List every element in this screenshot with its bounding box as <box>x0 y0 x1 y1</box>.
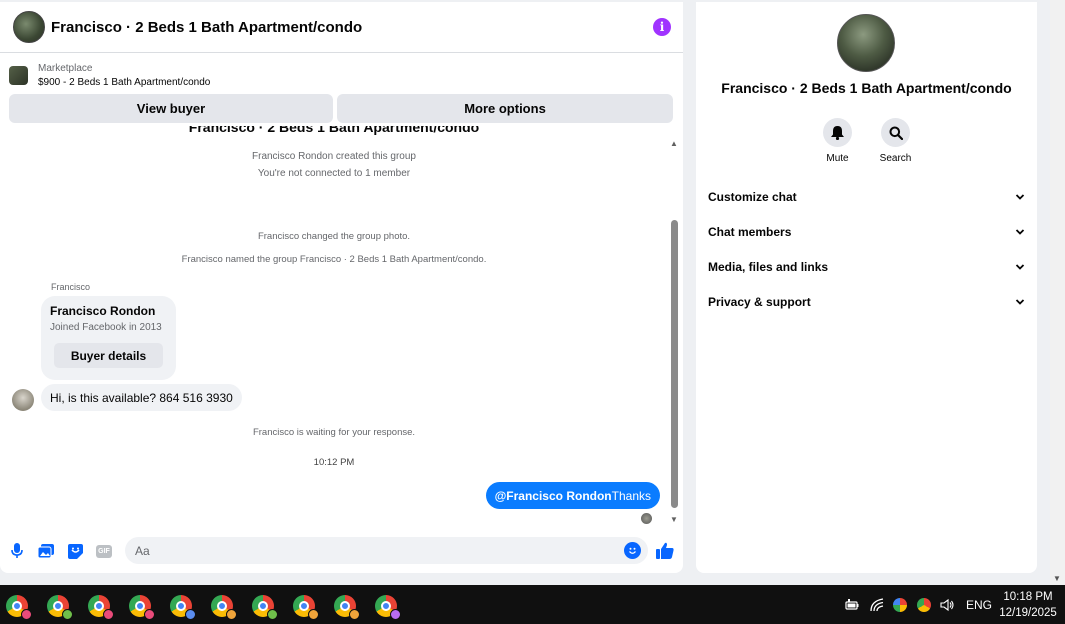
system-message-created: Francisco Rondon created this group <box>252 151 416 162</box>
waiting-notice: Francisco is waiting for your response. <box>252 427 416 438</box>
chevron-down-icon <box>1015 298 1025 305</box>
clock-time: 10:18 PM <box>1003 591 1053 603</box>
wifi-icon[interactable] <box>870 598 884 612</box>
scroll-up-arrow-icon[interactable]: ▲ <box>670 139 678 148</box>
system-message-not-connected: You're not connected to 1 member <box>257 168 411 179</box>
message-composer: GIF <box>0 535 683 567</box>
taskbar: ENG 10:18 PM 12/19/2025 <box>0 585 1065 624</box>
google-drive-icon[interactable] <box>893 598 907 612</box>
chat-title[interactable]: Francisco · 2 Beds 1 Bath Apartment/cond… <box>51 19 653 36</box>
group-avatar[interactable] <box>13 11 45 43</box>
scroll-thumb[interactable] <box>671 220 678 508</box>
section-customize-chat[interactable]: Customize chat <box>696 179 1037 214</box>
chrome-profile-10-icon[interactable] <box>375 595 401 620</box>
chevron-down-icon <box>1015 193 1025 200</box>
emoji-icon[interactable] <box>624 542 641 559</box>
seen-avatar-icon <box>641 513 652 524</box>
info-actions: Mute Search <box>696 118 1037 164</box>
buyer-details-button[interactable]: Buyer details <box>54 343 163 368</box>
message-input[interactable] <box>125 537 648 564</box>
section-media-files-links[interactable]: Media, files and links <box>696 249 1037 284</box>
bell-icon[interactable] <box>823 118 852 147</box>
outgoing-text: Thanks <box>611 488 651 503</box>
profile-card: Francisco Rondon Joined Facebook in 2013… <box>41 296 176 380</box>
more-options-button[interactable]: More options <box>337 94 673 123</box>
chat-info-panel: Francisco · 2 Beds 1 Bath Apartment/cond… <box>696 2 1037 573</box>
message-thread[interactable]: Francisco · 2 Beds 1 Bath Apartment/cond… <box>0 126 683 530</box>
language-indicator[interactable]: ENG <box>966 585 992 624</box>
search-label: Search <box>879 153 912 164</box>
chrome-profile-6-icon[interactable] <box>211 595 237 620</box>
chrome-profile-9-icon[interactable] <box>334 595 360 620</box>
sender-avatar[interactable] <box>12 389 34 411</box>
thread-scrollbar[interactable]: ▲ ▼ <box>668 137 680 524</box>
battery-icon[interactable] <box>845 598 859 612</box>
chrome-profile-7-icon[interactable] <box>252 595 278 620</box>
info-title: Francisco · 2 Beds 1 Bath Apartment/cond… <box>721 80 1012 96</box>
system-clock[interactable]: 10:18 PM 12/19/2025 <box>996 589 1060 621</box>
info-icon[interactable]: i <box>653 18 671 36</box>
chrome-tray-icon[interactable] <box>917 598 931 612</box>
photo-icon[interactable] <box>38 543 54 559</box>
mention[interactable]: @Francisco Rondon <box>495 489 612 503</box>
chrome-profile-1-icon[interactable] <box>6 595 32 620</box>
system-message-named: Francisco named the group Francisco · 2 … <box>181 254 487 265</box>
message-timestamp: 10:12 PM <box>313 457 355 468</box>
sender-name: Francisco <box>51 282 91 292</box>
chat-header: Francisco · 2 Beds 1 Bath Apartment/cond… <box>0 2 683 53</box>
incoming-message[interactable]: Hi, is this available? 864 516 3930 <box>41 384 242 411</box>
mute-label: Mute <box>826 153 849 164</box>
page-scrollbar[interactable]: ▼ <box>1050 0 1065 585</box>
chevron-down-icon <box>1015 263 1025 270</box>
mute-action[interactable]: Mute <box>820 118 856 164</box>
outgoing-message[interactable]: @Francisco Rondon Thanks <box>485 482 660 509</box>
gif-icon[interactable]: GIF <box>96 543 112 559</box>
section-privacy-support[interactable]: Privacy & support <box>696 284 1037 319</box>
chrome-profile-8-icon[interactable] <box>293 595 319 620</box>
page-scroll-down-icon[interactable]: ▼ <box>1053 574 1061 583</box>
sticker-icon[interactable] <box>67 543 83 559</box>
info-sections: Customize chat Chat members Media, files… <box>696 179 1037 319</box>
view-buyer-button[interactable]: View buyer <box>9 94 333 123</box>
thread-group-title: Francisco · 2 Beds 1 Bath Apartment/cond… <box>188 126 480 135</box>
chrome-profile-2-icon[interactable] <box>47 595 73 620</box>
group-photo[interactable] <box>837 14 895 72</box>
microphone-icon[interactable] <box>9 543 25 559</box>
chrome-profile-4-icon[interactable] <box>129 595 155 620</box>
listing-thumbnail <box>9 65 28 85</box>
listing-actions: View buyer More options <box>0 91 683 123</box>
profile-joined: Joined Facebook in 2013 <box>50 322 162 333</box>
marketplace-label: Marketplace <box>38 62 93 74</box>
search-action[interactable]: Search <box>878 118 914 164</box>
chrome-profile-3-icon[interactable] <box>88 595 114 620</box>
chrome-profile-5-icon[interactable] <box>170 595 196 620</box>
thumbs-up-icon[interactable] <box>655 541 674 560</box>
search-icon[interactable] <box>881 118 910 147</box>
profile-name: Francisco Rondon <box>50 304 156 318</box>
section-chat-members[interactable]: Chat members <box>696 214 1037 249</box>
marketplace-listing[interactable]: Marketplace $900 - 2 Beds 1 Bath Apartme… <box>0 53 683 91</box>
clock-date: 12/19/2025 <box>999 607 1057 619</box>
chevron-down-icon <box>1015 228 1025 235</box>
listing-description: $900 - 2 Beds 1 Bath Apartment/condo <box>38 76 211 88</box>
scroll-down-arrow-icon[interactable]: ▼ <box>670 515 678 524</box>
system-message-photo: Francisco changed the group photo. <box>257 231 411 242</box>
chat-panel: Francisco · 2 Beds 1 Bath Apartment/cond… <box>0 2 683 573</box>
volume-icon[interactable] <box>940 598 954 612</box>
